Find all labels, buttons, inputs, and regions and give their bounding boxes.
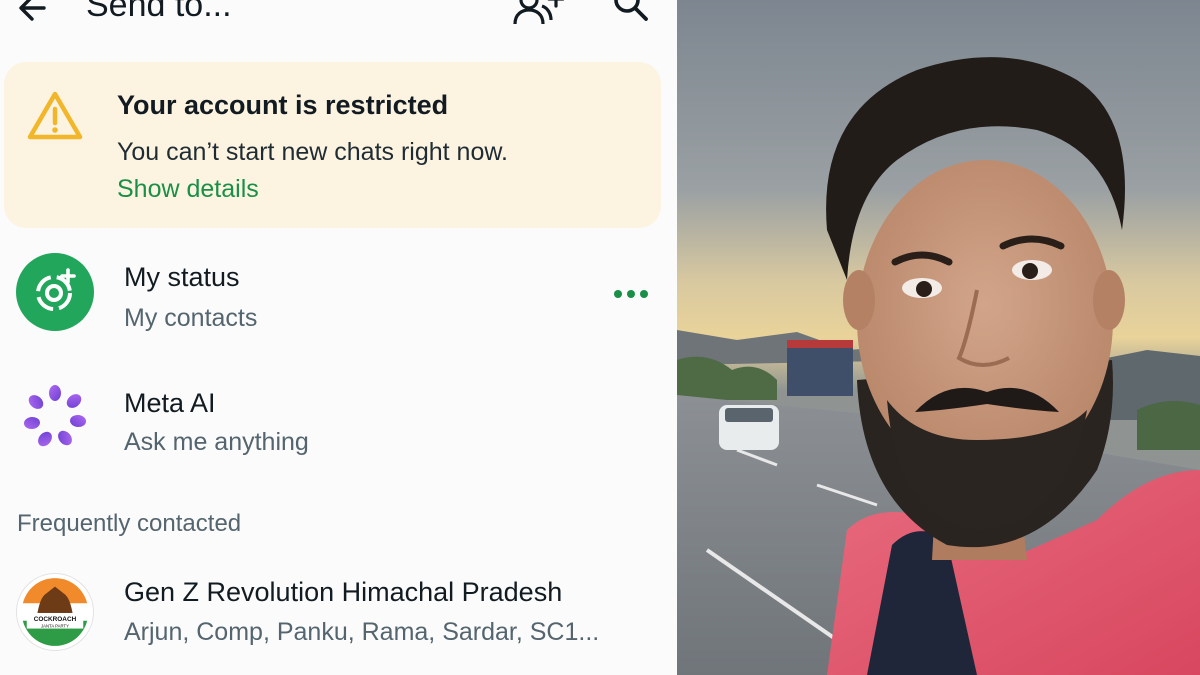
search-icon[interactable]	[610, 0, 652, 28]
section-header-frequently-contacted: Frequently contacted	[17, 510, 242, 537]
meta-ai-icon	[24, 385, 86, 447]
meta-ai-row[interactable]: Meta AI Ask me anything	[0, 366, 677, 474]
phone-screen: Send to... Your account is restricted Yo…	[0, 0, 677, 675]
group-members: Arjun, Comp, Panku, Rama, Sardar, SC1...	[124, 618, 600, 646]
banner-title: Your account is restricted	[117, 90, 449, 120]
status-avatar	[16, 253, 94, 331]
status-name: My status	[124, 262, 240, 292]
page-title: Send to...	[86, 0, 232, 24]
my-status-row[interactable]: My status My contacts	[0, 240, 677, 348]
cockroach-party-logo: COCKROACH JANTA PARTY	[18, 575, 92, 649]
group-avatar: COCKROACH JANTA PARTY	[16, 573, 94, 651]
logo-subtext: JANTA PARTY	[41, 624, 69, 629]
group-name: Gen Z Revolution Himachal Pradesh	[124, 577, 563, 607]
restriction-banner: Your account is restricted You can’t sta…	[4, 62, 661, 228]
back-arrow-icon[interactable]	[14, 0, 54, 28]
more-dots-icon[interactable]	[612, 286, 652, 302]
meta-ai-subtitle: Ask me anything	[124, 428, 309, 456]
group-chat-row[interactable]: COCKROACH JANTA PARTY Gen Z Revolution H…	[0, 555, 677, 675]
show-details-link[interactable]: Show details	[117, 175, 259, 204]
photo-illustration	[677, 0, 1200, 675]
banner-subtitle: You can’t start new chats right now.	[117, 138, 508, 166]
status-add-icon	[36, 268, 76, 311]
add-contact-icon[interactable]	[512, 0, 564, 28]
meta-ai-avatar	[16, 379, 94, 457]
logo-text: COCKROACH	[34, 616, 77, 623]
status-subtitle: My contacts	[124, 304, 258, 332]
selfie-photo	[677, 0, 1200, 675]
app-bar: Send to...	[0, 0, 677, 52]
warning-icon	[27, 91, 83, 140]
meta-ai-name: Meta AI	[124, 388, 216, 418]
